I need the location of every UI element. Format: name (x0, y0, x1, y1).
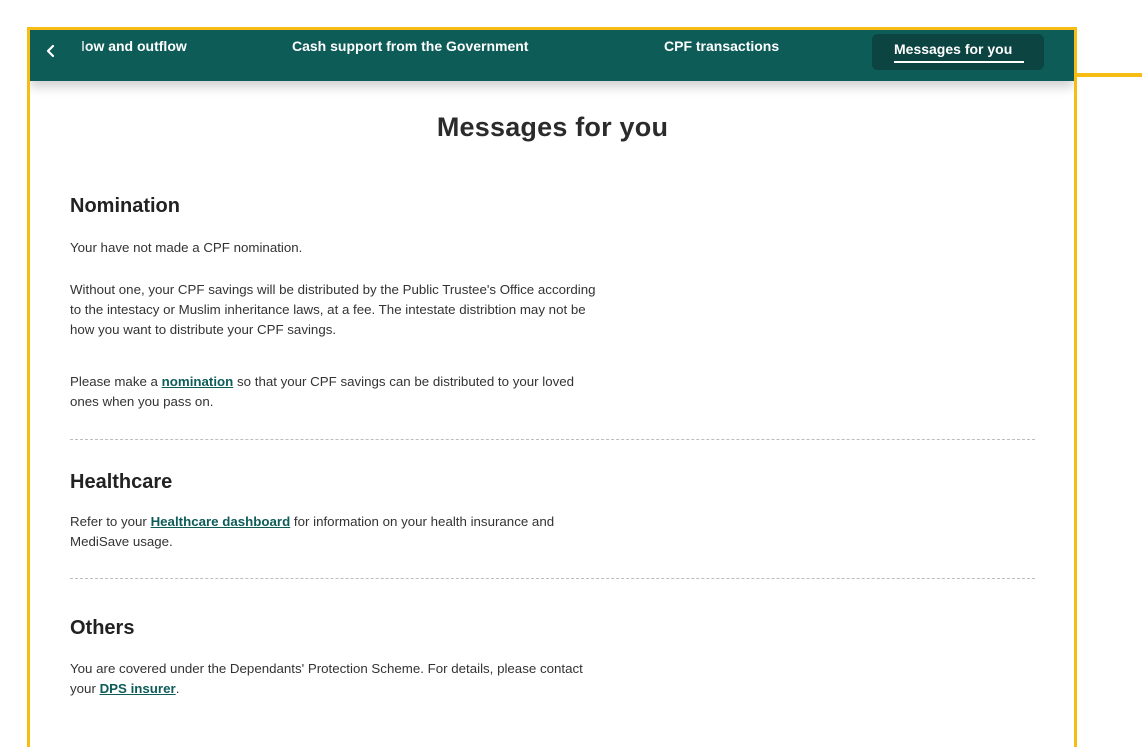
tab-messages-for-you[interactable]: Messages for you (872, 34, 1044, 70)
text-fragment: . (175, 681, 180, 696)
tab-label: Cash support from the Government (292, 38, 529, 54)
section-title-nomination: Nomination (70, 195, 180, 217)
text-fragment: Refer to your (70, 514, 151, 529)
highlight-connector (1077, 73, 1142, 77)
nomination-explanation: Without one, your CPF savings will be di… (70, 280, 720, 340)
nomination-status-text: Your have not made a CPF nomination. (70, 240, 303, 255)
section-title-others: Others (70, 617, 135, 639)
messages-panel: low and outflow Cash support from the Go… (30, 30, 1074, 722)
tab-bar: low and outflow Cash support from the Go… (30, 30, 1074, 81)
tab-label: low and outflow (81, 38, 187, 54)
others-text: You are covered under the Dependants' Pr… (70, 659, 720, 699)
section-divider (70, 578, 1035, 579)
text-line: how you want to distribute your CPF savi… (70, 322, 337, 337)
text-line: MediSave usage. (70, 534, 173, 549)
section-title-healthcare: Healthcare (70, 471, 173, 493)
dps-insurer-link[interactable]: DPS insurer (100, 681, 176, 696)
text-fragment: so that your CPF savings can be distribu… (233, 374, 575, 389)
healthcare-text: Refer to your Healthcare dashboard for i… (70, 512, 720, 552)
section-divider (70, 439, 1035, 440)
text-line: You are covered under the Dependants' Pr… (70, 661, 583, 676)
tab-cash-support[interactable]: Cash support from the Government (292, 30, 528, 66)
tab-cpf-transactions[interactable]: CPF transactions (664, 30, 779, 66)
healthcare-dashboard-link[interactable]: Healthcare dashboard (151, 514, 291, 529)
text-line: ones when you pass on. (70, 394, 214, 409)
text-line: Without one, your CPF savings will be di… (70, 282, 596, 297)
tab-label: CPF transactions (664, 38, 780, 54)
active-tab-underline (894, 61, 1024, 63)
text-fragment: for information on your health insurance… (290, 514, 555, 529)
nomination-call-to-action: Please make a nomination so that your CP… (70, 372, 720, 412)
chevron-left-icon[interactable] (38, 38, 64, 64)
text-line: to the intestacy or Muslim inheritance l… (70, 302, 586, 317)
text-fragment: your (70, 681, 100, 696)
text-fragment: Please make a (70, 374, 162, 389)
nomination-link[interactable]: nomination (162, 374, 234, 389)
page-title: Messages for you (436, 112, 669, 142)
tab-inflow-outflow[interactable]: low and outflow (66, 30, 206, 66)
